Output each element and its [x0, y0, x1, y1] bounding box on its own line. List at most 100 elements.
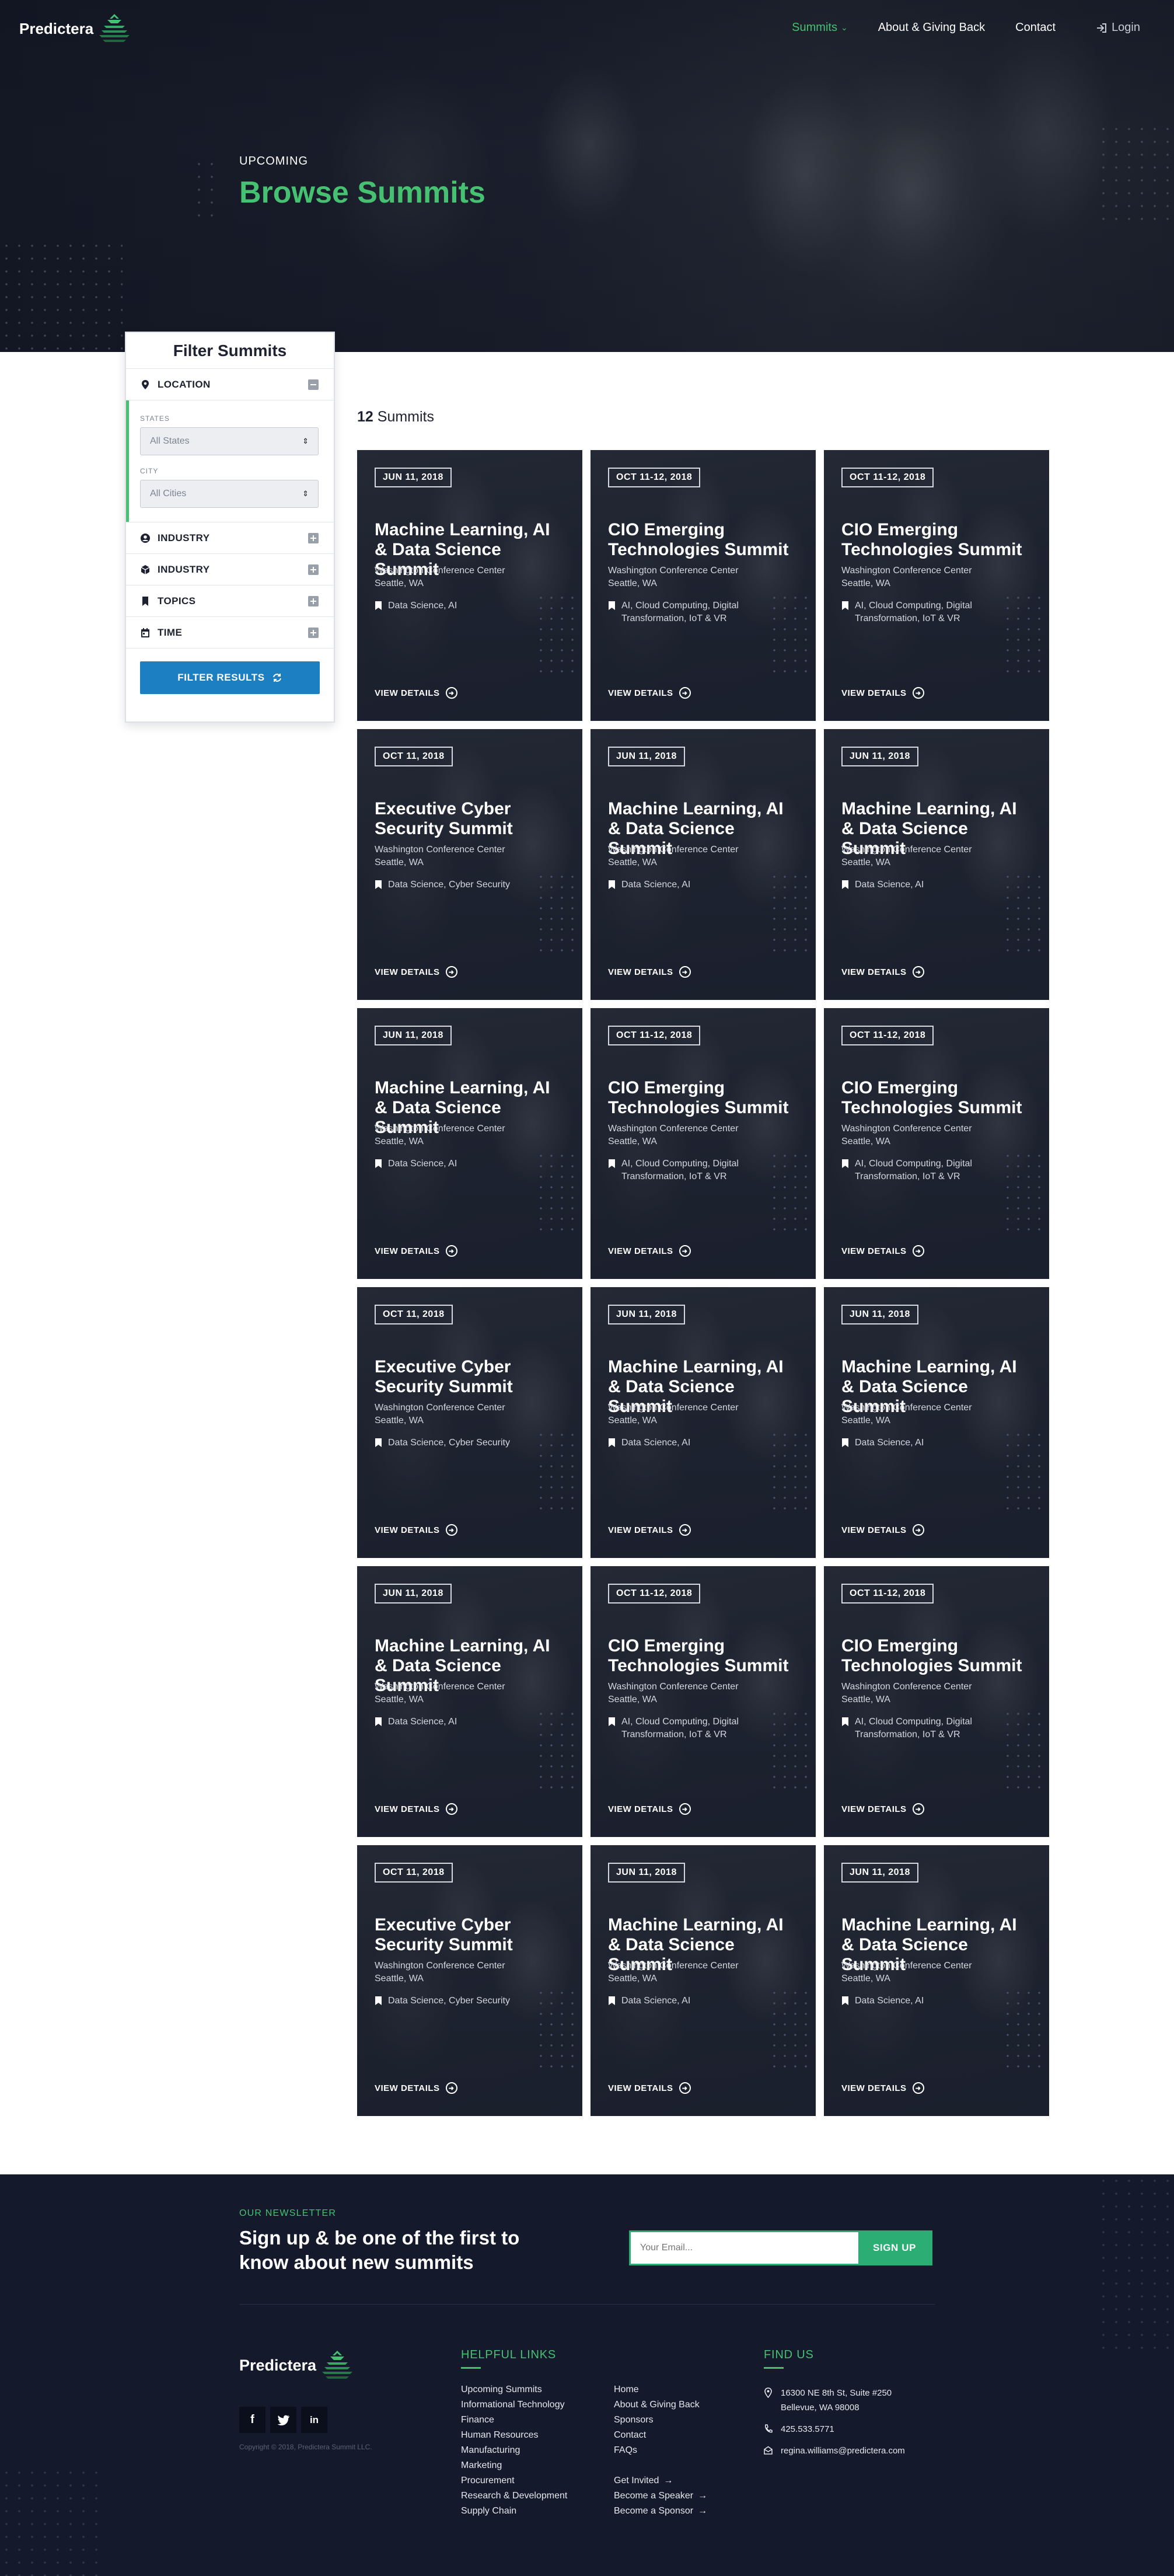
address-line1: 16300 NE 8th St, Suite #250 — [781, 2388, 892, 2398]
card-title[interactable]: Machine Learning, AI & Data Science Summ… — [841, 799, 1032, 858]
view-details-link[interactable]: VIEW DETAILS ➜ — [608, 687, 691, 699]
view-details-link[interactable]: VIEW DETAILS ➜ — [841, 2082, 924, 2094]
card-title[interactable]: CIO Emerging Technologies Summit — [608, 1078, 798, 1118]
phone[interactable]: 425.533.5771 — [764, 2422, 951, 2436]
summit-card[interactable]: OCT 11-12, 2018 CIO Emerging Technologie… — [591, 450, 816, 721]
summit-card[interactable]: JUN 11, 2018 Machine Learning, AI & Data… — [357, 1566, 582, 1837]
card-title[interactable]: CIO Emerging Technologies Summit — [841, 520, 1032, 560]
nav-about[interactable]: About & Giving Back — [878, 21, 985, 34]
summit-card[interactable]: JUN 11, 2018 Machine Learning, AI & Data… — [591, 729, 816, 1000]
card-title[interactable]: Machine Learning, AI & Data Science Summ… — [375, 520, 565, 579]
summit-card[interactable]: OCT 11-12, 2018 CIO Emerging Technologie… — [591, 1566, 816, 1837]
footer-link[interactable]: Supply Chain — [461, 2504, 567, 2519]
footer-link[interactable]: Home — [614, 2382, 700, 2397]
card-title[interactable]: CIO Emerging Technologies Summit — [608, 1636, 798, 1676]
card-title[interactable]: CIO Emerging Technologies Summit — [841, 1636, 1032, 1676]
summit-card[interactable]: OCT 11-12, 2018 CIO Emerging Technologie… — [824, 450, 1049, 721]
view-details-link[interactable]: VIEW DETAILS ➜ — [375, 1245, 457, 1257]
expand-icon[interactable] — [308, 564, 319, 575]
view-details-link[interactable]: VIEW DETAILS ➜ — [608, 1245, 691, 1257]
card-title[interactable]: Machine Learning, AI & Data Science Summ… — [608, 799, 798, 858]
view-details-link[interactable]: VIEW DETAILS ➜ — [375, 966, 457, 978]
nav-summits[interactable]: Summits ⌄ — [792, 21, 848, 34]
card-title[interactable]: Machine Learning, AI & Data Science Summ… — [841, 1357, 1032, 1416]
view-details-link[interactable]: VIEW DETAILS ➜ — [375, 2082, 457, 2094]
card-title[interactable]: Machine Learning, AI & Data Science Summ… — [375, 1078, 565, 1137]
view-details-link[interactable]: VIEW DETAILS ➜ — [608, 966, 691, 978]
card-title[interactable]: Machine Learning, AI & Data Science Summ… — [608, 1915, 798, 1974]
linkedin-icon[interactable]: in — [301, 2407, 327, 2433]
footer-link[interactable]: FAQs — [614, 2443, 700, 2458]
filter-industry-header[interactable]: INDUSTRY — [126, 522, 334, 554]
summit-card[interactable]: OCT 11, 2018 Executive Cyber Security Su… — [357, 1287, 582, 1558]
view-details-link[interactable]: VIEW DETAILS ➜ — [841, 966, 924, 978]
summit-card[interactable]: OCT 11-12, 2018 CIO Emerging Technologie… — [824, 1008, 1049, 1279]
summit-card[interactable]: JUN 11, 2018 Machine Learning, AI & Data… — [824, 729, 1049, 1000]
expand-icon[interactable] — [308, 627, 319, 638]
card-title[interactable]: Executive Cyber Security Summit — [375, 1357, 565, 1397]
newsletter-signup-button[interactable]: SIGN UP — [858, 2232, 931, 2264]
view-details-link[interactable]: VIEW DETAILS ➜ — [841, 1524, 924, 1536]
footer-link[interactable]: Sponsors — [614, 2413, 700, 2428]
footer-link[interactable]: Become a Speaker → — [614, 2488, 707, 2504]
view-details-link[interactable]: VIEW DETAILS ➜ — [841, 1245, 924, 1257]
card-title[interactable]: Machine Learning, AI & Data Science Summ… — [841, 1915, 1032, 1974]
footer-link[interactable]: Procurement — [461, 2473, 567, 2488]
city-select[interactable]: All Cities ⇕ — [140, 480, 319, 508]
footer-link[interactable]: Get Invited → — [614, 2473, 707, 2488]
card-title[interactable]: Machine Learning, AI & Data Science Summ… — [608, 1357, 798, 1416]
view-details-link[interactable]: VIEW DETAILS ➜ — [375, 1803, 457, 1815]
view-details-link[interactable]: VIEW DETAILS ➜ — [375, 687, 457, 699]
nav-contact[interactable]: Contact — [1015, 21, 1056, 34]
summit-card[interactable]: JUN 11, 2018 Machine Learning, AI & Data… — [824, 1845, 1049, 2116]
view-details-link[interactable]: VIEW DETAILS ➜ — [608, 1524, 691, 1536]
card-title[interactable]: CIO Emerging Technologies Summit — [608, 520, 798, 560]
expand-icon[interactable] — [308, 595, 319, 606]
card-title[interactable]: CIO Emerging Technologies Summit — [841, 1078, 1032, 1118]
footer-link[interactable]: Contact — [614, 2428, 700, 2443]
twitter-icon[interactable] — [270, 2407, 296, 2433]
card-tags: AI, Cloud Computing, Digital Transformat… — [608, 599, 798, 626]
card-title[interactable]: Executive Cyber Security Summit — [375, 1915, 565, 1955]
footer-link[interactable]: Research & Development — [461, 2488, 567, 2504]
card-title[interactable]: Executive Cyber Security Summit — [375, 799, 565, 839]
expand-icon[interactable] — [308, 532, 319, 543]
footer-link[interactable]: Marketing — [461, 2458, 567, 2473]
summit-card[interactable]: JUN 11, 2018 Machine Learning, AI & Data… — [824, 1287, 1049, 1558]
login-link[interactable]: Login — [1096, 21, 1140, 34]
summit-card[interactable]: JUN 11, 2018 Machine Learning, AI & Data… — [591, 1845, 816, 2116]
view-details-link[interactable]: VIEW DETAILS ➜ — [375, 1524, 457, 1536]
summit-card[interactable]: JUN 11, 2018 Machine Learning, AI & Data… — [357, 1008, 582, 1279]
summit-card[interactable]: OCT 11-12, 2018 CIO Emerging Technologie… — [591, 1008, 816, 1279]
summit-card[interactable]: OCT 11-12, 2018 CIO Emerging Technologie… — [824, 1566, 1049, 1837]
footer-link[interactable]: Informational Technology — [461, 2397, 567, 2413]
footer-link[interactable]: Manufacturing — [461, 2443, 567, 2458]
footer-logo[interactable]: Predictera — [239, 2350, 355, 2381]
filter-topics-header[interactable]: TOPICS — [126, 585, 334, 617]
view-details-link[interactable]: VIEW DETAILS ➜ — [841, 687, 924, 699]
view-details-label: VIEW DETAILS — [841, 688, 907, 698]
footer-link[interactable]: Become a Sponsor → — [614, 2504, 707, 2519]
filter-time-header[interactable]: TIME — [126, 617, 334, 649]
newsletter-email-input[interactable] — [631, 2232, 858, 2264]
summit-card[interactable]: OCT 11, 2018 Executive Cyber Security Su… — [357, 729, 582, 1000]
email[interactable]: regina.williams@predictera.com — [764, 2443, 951, 2458]
filter-industry-2-header[interactable]: INDUSTRY — [126, 554, 334, 585]
view-details-link[interactable]: VIEW DETAILS ➜ — [608, 1803, 691, 1815]
footer-link[interactable]: About & Giving Back — [614, 2397, 700, 2413]
filter-location-header[interactable]: LOCATION — [126, 369, 334, 400]
states-select[interactable]: All States ⇕ — [140, 427, 319, 455]
filter-results-button[interactable]: FILTER RESULTS — [140, 661, 320, 694]
view-details-link[interactable]: VIEW DETAILS ➜ — [841, 1803, 924, 1815]
card-title[interactable]: Machine Learning, AI & Data Science Summ… — [375, 1636, 565, 1695]
summit-card[interactable]: OCT 11, 2018 Executive Cyber Security Su… — [357, 1845, 582, 2116]
summit-card[interactable]: JUN 11, 2018 Machine Learning, AI & Data… — [591, 1287, 816, 1558]
footer-link[interactable]: Human Resources — [461, 2428, 567, 2443]
footer-link[interactable]: Finance — [461, 2413, 567, 2428]
view-details-link[interactable]: VIEW DETAILS ➜ — [608, 2082, 691, 2094]
collapse-icon[interactable] — [308, 379, 319, 390]
footer-link[interactable]: Upcoming Summits — [461, 2382, 567, 2397]
facebook-icon[interactable]: f — [239, 2407, 265, 2433]
summit-card[interactable]: JUN 11, 2018 Machine Learning, AI & Data… — [357, 450, 582, 721]
brand-logo[interactable]: Predictera — [19, 13, 132, 44]
